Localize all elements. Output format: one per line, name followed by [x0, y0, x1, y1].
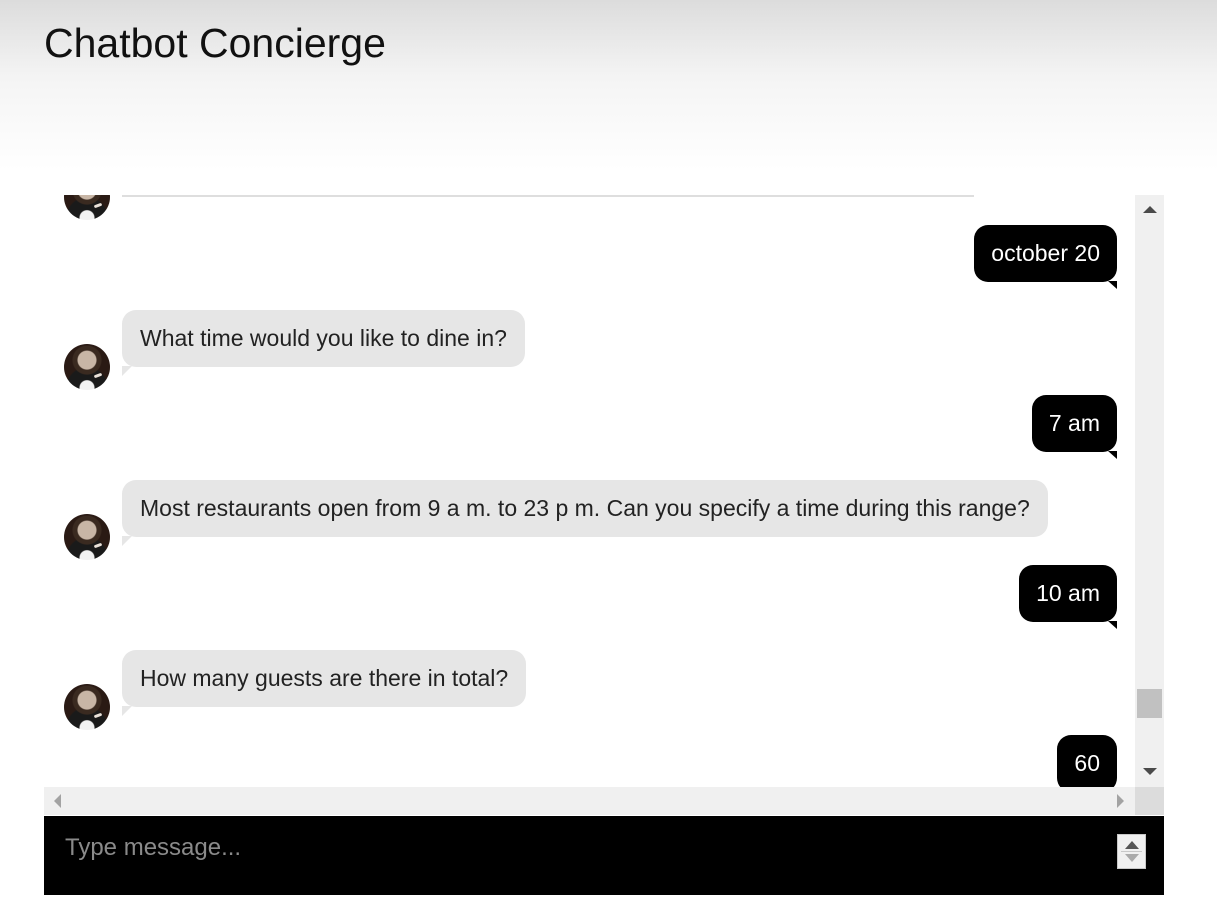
triangle-up-icon[interactable]: [1125, 841, 1139, 849]
chat-window: october 20 What time would you like to d…: [44, 195, 1164, 815]
triangle-up-icon[interactable]: [1143, 206, 1157, 213]
bot-message: Most restaurants open from 9 a m. to 23 …: [122, 480, 1048, 546]
bot-message: What time would you like to dine in?: [122, 310, 525, 376]
user-message: 10 am: [1019, 565, 1117, 629]
scrollbar-corner: [1135, 787, 1164, 815]
message-composer: [44, 816, 1164, 895]
bot-bubble-partial: [122, 195, 974, 197]
triangle-down-icon[interactable]: [1143, 768, 1157, 775]
triangle-left-icon[interactable]: [54, 794, 61, 808]
bot-message: How many guests are there in total?: [122, 650, 527, 716]
message-input[interactable]: [44, 816, 1104, 895]
input-scroll-control[interactable]: [1117, 834, 1146, 869]
app-header: Chatbot Concierge: [0, 0, 1217, 170]
triangle-down-icon[interactable]: [1125, 854, 1139, 862]
horizontal-scrollbar[interactable]: [44, 787, 1135, 815]
user-message: 7 am: [1031, 395, 1118, 459]
bot-avatar: [64, 344, 110, 390]
message-list[interactable]: october 20 What time would you like to d…: [44, 195, 1135, 787]
app-title: Chatbot Concierge: [44, 20, 386, 66]
bot-avatar: [64, 514, 110, 560]
triangle-right-icon[interactable]: [1117, 794, 1124, 808]
bot-avatar: [64, 684, 110, 730]
user-message: 60: [1057, 735, 1117, 787]
bot-avatar: [64, 195, 110, 220]
user-message: october 20: [974, 225, 1117, 289]
scrollbar-thumb[interactable]: [1137, 689, 1162, 718]
vertical-scrollbar[interactable]: [1135, 195, 1164, 787]
divider: [1121, 851, 1142, 852]
